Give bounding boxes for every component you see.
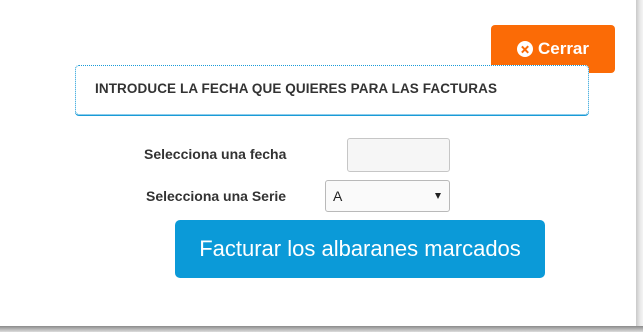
invoice-button-label: Facturar los albaranes marcados [199, 236, 521, 261]
serie-label: Selecciona una Serie [146, 188, 287, 204]
close-icon [516, 41, 533, 57]
modal-bottom-edge [0, 326, 643, 332]
invoice-date-modal: Cerrar INTRODUCE LA FECHA QUE QUIERES PA… [0, 0, 636, 326]
close-button-label: Cerrar [537, 39, 590, 58]
chevron-down-icon [435, 193, 441, 199]
instruction-title: INTRODUCE LA FECHA QUE QUIERES PARA LAS … [95, 81, 498, 96]
serie-selected-value: A [333, 188, 343, 204]
date-label: Selecciona una fecha [144, 146, 287, 162]
instruction-header: INTRODUCE LA FECHA QUE QUIERES PARA LAS … [75, 65, 589, 115]
modal-right-edge [636, 0, 643, 332]
date-field[interactable] [347, 138, 450, 172]
invoice-marked-delivery-notes-button[interactable]: Facturar los albaranes marcados [175, 220, 545, 278]
serie-select[interactable]: A [325, 180, 450, 212]
